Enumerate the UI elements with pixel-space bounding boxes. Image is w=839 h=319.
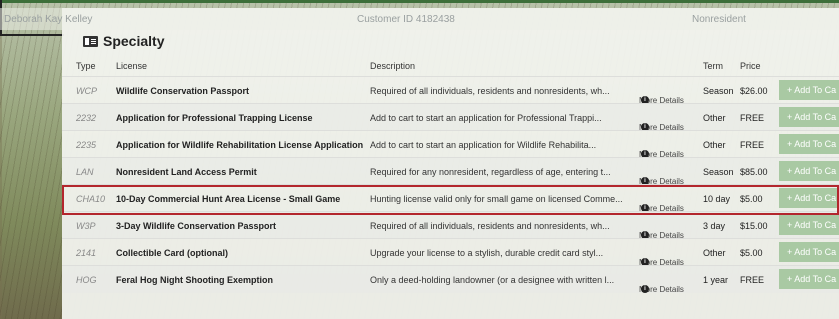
license-term: Other xyxy=(703,113,726,123)
section-title: Specialty xyxy=(103,33,165,49)
license-price: FREE xyxy=(740,140,765,150)
table-row: W3P 3-Day Wildlife Conservation Passport R… xyxy=(62,211,839,240)
license-type-code: 2141 xyxy=(76,248,97,258)
license-term: 1 year xyxy=(703,275,729,285)
customer-name: Deborah Kay Kelley xyxy=(4,14,93,25)
residency-status: Nonresident xyxy=(692,14,746,25)
license-description: Required for any nonresident, regardless… xyxy=(370,167,611,177)
customer-id: Customer ID 4182438 xyxy=(357,14,455,25)
license-type-code: WCP xyxy=(76,86,97,96)
license-price: $15.00 xyxy=(740,221,768,231)
license-type-code: W3P xyxy=(76,221,96,231)
info-icon: i xyxy=(641,285,649,293)
license-type-code: 2235 xyxy=(76,140,97,150)
table-row: HOG Feral Hog Night Shooting Exemption Onl… xyxy=(62,265,839,294)
license-term: Other xyxy=(703,248,726,258)
license-name: Feral Hog Night Shooting Exemption xyxy=(116,275,273,285)
annotation-tick xyxy=(0,34,64,36)
col-term: Term xyxy=(703,61,723,71)
col-type: Type xyxy=(76,61,96,71)
col-license: License xyxy=(116,61,148,71)
table-row: CHA10 10-Day Commercial Hunt Area License… xyxy=(62,184,839,213)
add-to-cart-button[interactable]: + Add To Ca xyxy=(779,161,839,181)
add-to-cart-button[interactable]: + Add To Ca xyxy=(779,188,839,208)
top-accent-line xyxy=(0,0,839,3)
table-header: Type License Description Term Price xyxy=(62,56,839,76)
license-description: Hunting license valid only for small gam… xyxy=(370,194,623,204)
table-row: WCP Wildlife Conservation Passport Require… xyxy=(62,76,839,105)
license-description: Upgrade your license to a stylish, durab… xyxy=(370,248,604,258)
table-row: 2235 Application for Wildlife Rehabilitat… xyxy=(62,130,839,159)
col-price: Price xyxy=(740,61,761,71)
license-name: 10-Day Commercial Hunt Area License - Sm… xyxy=(116,194,341,204)
table-row: 2141 Collectible Card (optional) Upgrade y… xyxy=(62,238,839,267)
license-name: Nonresident Land Access Permit xyxy=(116,167,257,177)
license-price: $5.00 xyxy=(740,248,763,258)
table-row: LAN Nonresident Land Access Permit Require… xyxy=(62,157,839,186)
license-type-code: CHA10 xyxy=(76,194,106,204)
license-term: Season xyxy=(703,86,734,96)
license-price: $85.00 xyxy=(740,167,768,177)
license-type-code: LAN xyxy=(76,167,94,177)
add-to-cart-button[interactable]: + Add To Ca xyxy=(779,107,839,127)
license-name: 3-Day Wildlife Conservation Passport xyxy=(116,221,276,231)
license-price: $26.00 xyxy=(740,86,768,96)
license-name: Application for Professional Trapping Li… xyxy=(116,113,313,123)
license-description: Required of all individuals, residents a… xyxy=(370,221,610,231)
license-description: Only a deed-holding landowner (or a desi… xyxy=(370,275,615,285)
license-description: Required of all individuals, residents a… xyxy=(370,86,610,96)
add-to-cart-button[interactable]: + Add To Ca xyxy=(779,215,839,235)
section-heading: Specialty xyxy=(83,33,164,49)
table-row: 2232 Application for Professional Trappin… xyxy=(62,103,839,132)
add-to-cart-button[interactable]: + Add To Ca xyxy=(779,269,839,289)
license-price: FREE xyxy=(740,113,765,123)
license-type-code: 2232 xyxy=(76,113,97,123)
license-name: Collectible Card (optional) xyxy=(116,248,229,258)
customer-bar: Deborah Kay Kelley Customer ID 4182438 N… xyxy=(0,8,839,30)
license-name: Application for Wildlife Rehabilitation … xyxy=(116,140,364,150)
id-card-icon xyxy=(83,35,98,47)
license-price: $5.00 xyxy=(740,194,763,204)
col-description: Description xyxy=(370,61,416,71)
license-term: Season xyxy=(703,167,734,177)
add-to-cart-button[interactable]: + Add To Ca xyxy=(779,134,839,154)
license-description: Add to cart to start an application for … xyxy=(370,113,602,123)
license-description: Add to cart to start an application for … xyxy=(370,140,597,150)
license-price: FREE xyxy=(740,275,765,285)
license-name: Wildlife Conservation Passport xyxy=(116,86,249,96)
add-to-cart-button[interactable]: + Add To Ca xyxy=(779,80,839,100)
license-term: 3 day xyxy=(703,221,726,231)
add-to-cart-button[interactable]: + Add To Ca xyxy=(779,242,839,262)
license-term: Other xyxy=(703,140,726,150)
license-term: 10 day xyxy=(703,194,731,204)
license-type-code: HOG xyxy=(76,275,97,285)
